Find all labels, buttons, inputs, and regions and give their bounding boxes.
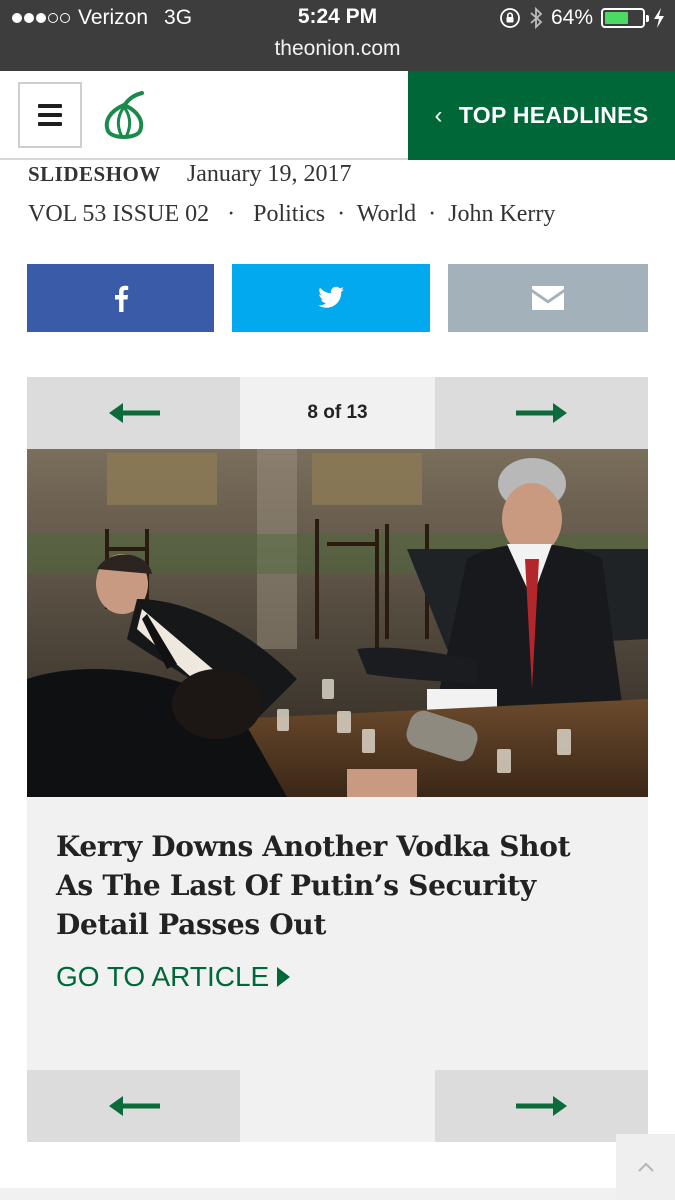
hamburger-icon xyxy=(38,104,62,108)
facebook-icon xyxy=(114,285,128,312)
next-slide-button[interactable] xyxy=(435,377,648,449)
share-twitter-button[interactable] xyxy=(232,264,430,332)
top-headlines-button[interactable]: ‹ TOP HEADLINES xyxy=(408,71,675,160)
arrow-right-icon xyxy=(515,1096,567,1116)
slideshow-nav-bottom xyxy=(27,1070,648,1142)
arrow-right-icon xyxy=(515,403,567,423)
go-to-article-label: GO TO ARTICLE xyxy=(56,961,270,992)
share-facebook-button[interactable] xyxy=(27,264,214,332)
page-bottom xyxy=(0,1188,616,1200)
go-to-article-link[interactable]: GO TO ARTICLE xyxy=(56,961,291,993)
play-triangle-icon xyxy=(277,967,291,987)
content-type-label: SLIDESHOW xyxy=(28,162,161,186)
slide-headline[interactable]: Kerry Downs Another Vodka Shot As The La… xyxy=(56,827,616,944)
article-meta: SLIDESHOW January 19, 2017 xyxy=(28,161,352,188)
slide-counter: 8 of 13 xyxy=(240,377,435,449)
tag-link[interactable]: Politics xyxy=(253,201,325,227)
twitter-icon xyxy=(318,286,344,308)
issue-link[interactable]: VOL 53 ISSUE 02 xyxy=(28,201,209,227)
chevron-left-icon: ‹ xyxy=(434,101,443,129)
share-email-button[interactable] xyxy=(448,264,648,332)
arrow-left-icon xyxy=(108,1096,160,1116)
site-header: ‹ TOP HEADLINES xyxy=(0,71,675,160)
previous-slide-button[interactable] xyxy=(27,1070,240,1142)
charging-bolt-icon xyxy=(654,8,664,28)
tag-link[interactable]: World xyxy=(357,201,416,227)
address-bar-url[interactable]: theonion.com xyxy=(0,37,675,61)
status-right: 64% xyxy=(499,6,665,30)
orientation-lock-icon xyxy=(500,8,520,28)
envelope-icon xyxy=(532,286,564,310)
status-bar: Verizon 3G 5:24 PM theonion.com 64% xyxy=(0,0,675,71)
slide-image[interactable] xyxy=(27,449,648,797)
battery-percent: 64% xyxy=(550,6,593,29)
slide-nav-spacer xyxy=(240,1070,435,1142)
tag-link[interactable]: John Kerry xyxy=(448,201,555,227)
publish-date: January 19, 2017 xyxy=(186,161,352,187)
chevron-up-icon xyxy=(637,1162,654,1172)
arrow-left-icon xyxy=(108,403,160,423)
issue-and-tags: VOL 53 ISSUE 02 · Politics · World · Joh… xyxy=(28,201,556,227)
slide-photo xyxy=(27,449,648,797)
next-slide-button[interactable] xyxy=(435,1070,648,1142)
battery-icon xyxy=(601,8,649,28)
menu-button[interactable] xyxy=(18,82,82,148)
scroll-to-top-button[interactable] xyxy=(616,1134,675,1200)
top-headlines-label: TOP HEADLINES xyxy=(458,102,649,128)
onion-logo-icon[interactable] xyxy=(98,91,150,143)
slideshow-nav-top: 8 of 13 xyxy=(27,377,648,449)
bluetooth-icon xyxy=(530,6,543,30)
previous-slide-button[interactable] xyxy=(27,377,240,449)
battery-level xyxy=(605,12,629,24)
